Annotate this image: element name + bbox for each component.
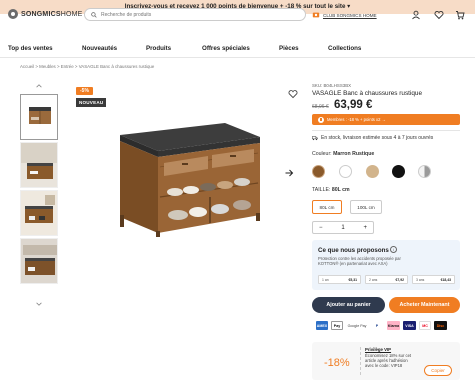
main-nav: Top des ventes Nouveautés Produits Offre… bbox=[0, 42, 475, 58]
product-main-image bbox=[120, 123, 260, 237]
member-offer-bar[interactable]: Membres : -18 % + points x2 → bbox=[312, 114, 460, 125]
copy-code-button[interactable]: Copier bbox=[424, 365, 452, 376]
vip-title[interactable]: Privilège VIP bbox=[365, 347, 391, 352]
mastercard-logo: MC bbox=[419, 321, 431, 330]
size-label: TAILLE: 80L cm bbox=[312, 187, 350, 193]
vip-separator bbox=[360, 347, 361, 375]
stock-status: En stock, livraison estimée sous 4 à 7 j… bbox=[312, 135, 433, 141]
plan-price: €7,92 bbox=[395, 277, 405, 282]
stock-text: En stock, livraison estimée sous 4 à 7 j… bbox=[321, 135, 434, 141]
plan-label: 1 an bbox=[322, 277, 329, 282]
discover-logo: Disc bbox=[434, 321, 447, 330]
protection-offer-card: Ce que nous proposons i Protection contr… bbox=[312, 240, 460, 290]
search-icon bbox=[91, 11, 97, 18]
logo-text-light: HOME bbox=[60, 10, 83, 18]
heart-icon[interactable] bbox=[434, 10, 444, 20]
color-prefix: Couleur: bbox=[312, 151, 332, 157]
truck-icon bbox=[312, 136, 318, 141]
klarna-logo: Klarna bbox=[387, 321, 400, 330]
plan-price: €5,31 bbox=[348, 277, 358, 282]
size-value: 80L cm bbox=[331, 187, 350, 193]
product-title: VASAGLE Banc à chaussures rustique bbox=[312, 90, 423, 97]
club-label: CLUB SONGMICS HOME bbox=[323, 12, 377, 18]
qty-minus-button[interactable]: − bbox=[319, 225, 323, 231]
user-icon[interactable] bbox=[411, 10, 421, 20]
buy-now-button[interactable]: Acheter Maintenant bbox=[389, 297, 460, 313]
logo[interactable]: SONGMICS HOME bbox=[8, 9, 83, 19]
points-icon bbox=[318, 116, 324, 123]
amex-logo: AMEX bbox=[316, 321, 328, 330]
thumbnail-4[interactable] bbox=[20, 238, 58, 284]
nav-item-offres[interactable]: Offres spéciales bbox=[202, 45, 250, 52]
plan-label: 2 ans bbox=[369, 277, 378, 282]
chevron-down-icon[interactable] bbox=[35, 300, 43, 308]
thumbnail-1[interactable] bbox=[20, 94, 58, 140]
size-option-80[interactable]: 80L cm bbox=[312, 200, 342, 214]
breadcrumb[interactable]: Accueil > Meubles > Entrée > VASAGLE Ban… bbox=[20, 64, 154, 69]
info-icon[interactable]: i bbox=[390, 246, 397, 253]
visa-logo: VISA bbox=[403, 321, 416, 330]
qty-plus-button[interactable]: + bbox=[363, 225, 367, 231]
color-label: Couleur: Marron Rustique bbox=[312, 151, 374, 157]
nav-item-top-ventes[interactable]: Top des ventes bbox=[8, 45, 53, 52]
plan-label: 3 ans bbox=[416, 277, 425, 282]
size-prefix: TAILLE: bbox=[312, 187, 331, 193]
chevron-up-icon[interactable] bbox=[35, 82, 43, 90]
club-link[interactable]: CLUB SONGMICS HOME bbox=[312, 11, 377, 19]
vip-offer-card: -18% Privilège VIP Économisez 18% sur ce… bbox=[312, 342, 460, 380]
product-sku: SKU: B04LHSS3BX bbox=[312, 83, 352, 88]
plan-price: €18,43 bbox=[440, 277, 451, 282]
club-icon bbox=[312, 12, 320, 18]
protection-title: Ce que nous proposons bbox=[318, 247, 389, 254]
quantity-stepper[interactable]: − 1 + bbox=[312, 221, 374, 234]
nav-item-nouveautes[interactable]: Nouveautés bbox=[82, 45, 117, 52]
wishlist-heart-icon[interactable] bbox=[288, 89, 298, 99]
swatch-rustic-brown[interactable] bbox=[312, 165, 325, 178]
vip-description: Économisez 18% sur cet article après l'a… bbox=[365, 353, 412, 368]
thumbnail-2[interactable] bbox=[20, 142, 58, 188]
thumbnail-3[interactable] bbox=[20, 190, 58, 236]
add-to-cart-button[interactable]: Ajouter au panier bbox=[312, 297, 385, 313]
next-image-arrow-icon[interactable] bbox=[284, 168, 294, 178]
google-pay-logo: Google Pay bbox=[346, 321, 368, 330]
nav-item-pieces[interactable]: Pièces bbox=[279, 45, 299, 52]
logo-icon bbox=[8, 9, 18, 19]
logo-text-bold: SONGMICS bbox=[21, 10, 61, 18]
nav-item-produits[interactable]: Produits bbox=[146, 45, 171, 52]
member-offer-text: Membres : -18 % + points x2 → bbox=[327, 117, 386, 122]
plan-option-2-years[interactable]: 2 ans €7,92 bbox=[365, 275, 408, 284]
swatch-white[interactable] bbox=[339, 165, 352, 178]
swatch-light-oak[interactable] bbox=[366, 165, 379, 178]
current-price: 63,99 € bbox=[334, 99, 373, 111]
search-input[interactable] bbox=[101, 11, 291, 18]
color-value: Marron Rustique bbox=[333, 151, 375, 157]
vip-percent: -18% bbox=[324, 357, 350, 369]
nav-item-collections[interactable]: Collections bbox=[328, 45, 361, 52]
paypal-logo: P bbox=[372, 321, 382, 330]
plan-option-1-year[interactable]: 1 an €5,31 bbox=[318, 275, 361, 284]
protection-description: Protection contre les accidents proposée… bbox=[318, 256, 401, 266]
discount-badge: -5% bbox=[76, 87, 93, 95]
qty-value: 1 bbox=[341, 224, 345, 231]
cart-icon[interactable] bbox=[455, 10, 465, 20]
protection-desc-line2: KOTTON® (en partenariat avec AXA) bbox=[318, 261, 388, 267]
divider bbox=[312, 130, 460, 131]
swatch-black[interactable] bbox=[392, 165, 405, 178]
apple-pay-logo: Pay bbox=[331, 321, 343, 330]
size-option-100[interactable]: 100L cm bbox=[350, 200, 382, 214]
old-price: 68,96 € bbox=[312, 104, 329, 110]
search-bar[interactable] bbox=[84, 8, 306, 21]
swatch-grey-white[interactable] bbox=[418, 165, 431, 178]
plan-option-3-years[interactable]: 3 ans €18,43 bbox=[412, 275, 455, 284]
